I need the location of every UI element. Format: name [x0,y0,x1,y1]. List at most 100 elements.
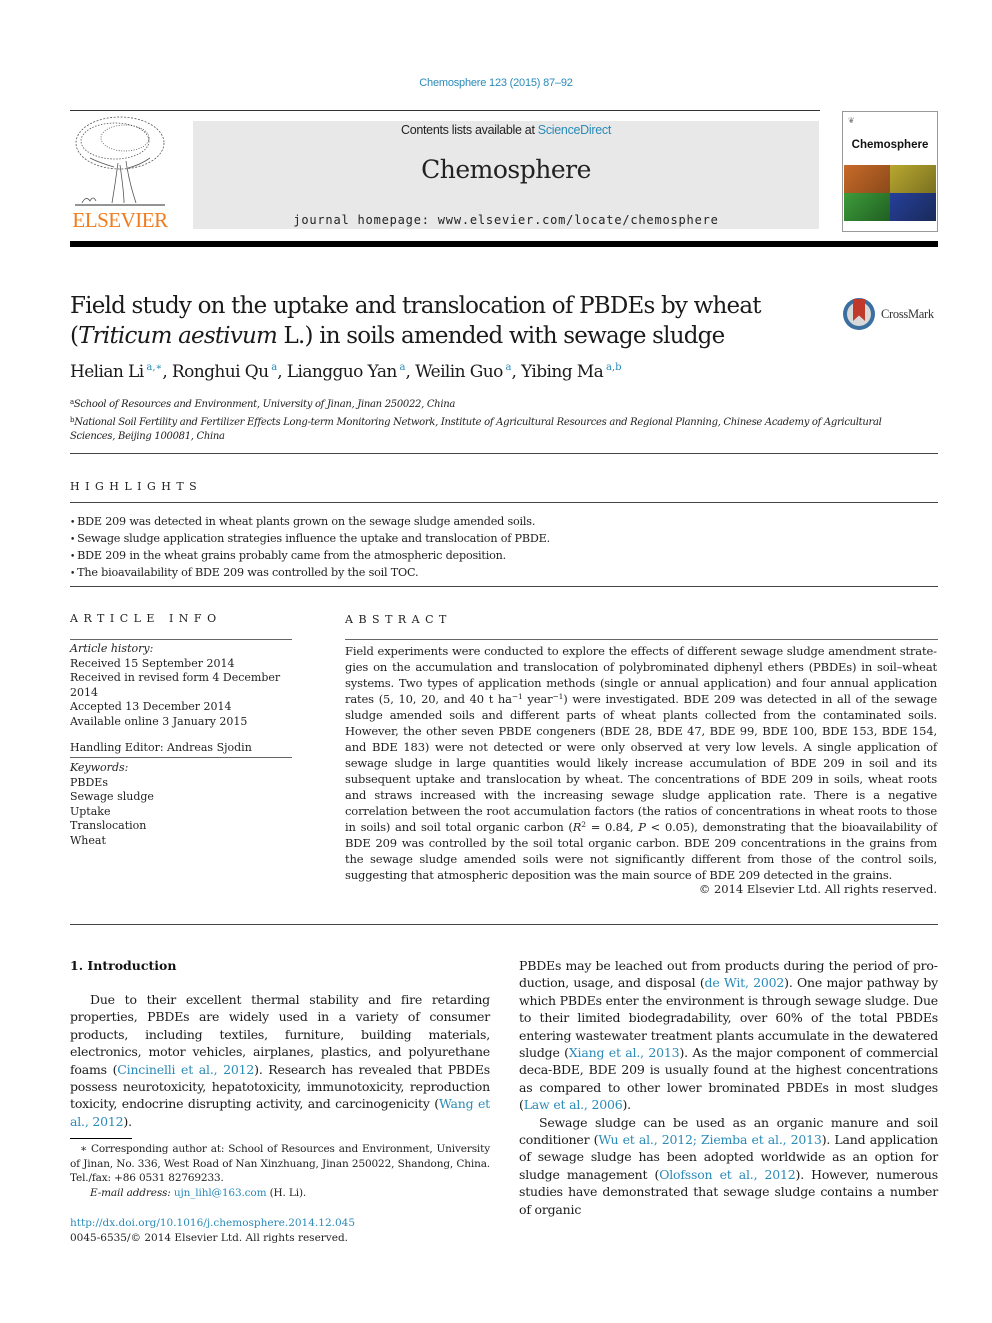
affiliation-item: aSchool of Resources and Environment, Un… [70,395,900,413]
crossmark-button[interactable]: CrossMark [843,298,939,334]
abstract-heading: ABSTRACT [345,613,452,626]
keyword-item: Wheat [70,833,106,847]
divider [70,757,292,758]
keyword-item: Translocation [70,819,147,832]
author-sep: , [277,362,287,382]
author-list: Helian Li a,∗, Ronghui Qu a, Liangguo Ya… [70,362,621,382]
citation-link[interactable]: de Wit, 2002 [705,975,785,990]
crossmark-icon [843,298,875,330]
citation-link[interactable]: Cincinelli et al., 2012 [117,1062,254,1077]
history-item: Accepted 13 December 2014 [70,700,232,713]
keywords: Keywords: PBDEs Sewage sludge Uptake Tra… [70,761,292,848]
author-item[interactable]: Helian Li a,∗ [70,362,162,382]
divider [70,639,292,640]
footnote-rule [70,1138,132,1139]
journal-name: Chemosphere [421,155,591,184]
paragraph: PBDEs may be leached out from products d… [519,957,938,1114]
article-title: Field study on the uptake and translocat… [70,291,830,351]
author-name[interactable]: Yibing Ma [521,362,604,382]
author-sep: , [511,362,522,382]
homepage-prefix: journal homepage: [293,213,438,227]
p-symbol: P [638,820,646,834]
email-label: E-mail address: [90,1186,174,1199]
citation-link[interactable]: Olofsson et al., 2012 [659,1167,796,1182]
journal-homepage: journal homepage: www.elsevier.com/locat… [193,213,819,227]
footnote-text: Corresponding author at: School of Resou… [70,1143,490,1184]
cover-publisher-icon: ❦ [848,116,855,125]
elsevier-logo[interactable]: ELSEVIER [70,113,170,233]
abstract-text: ) were investigated. BDE 209 was detecte… [345,692,937,834]
divider [70,453,938,454]
author-name[interactable]: Ronghui Qu [172,362,269,382]
handling-editor: Handling Editor: Andreas Sjodin [70,741,252,754]
author-sep: , [405,362,416,382]
abstract-copyright: © 2014 Elsevier Ltd. All rights reserved… [698,882,937,896]
r-symbol: R [572,820,582,834]
article-info: Article history: Received 15 September 2… [70,642,292,756]
contents-prefix: Contents lists available at [400,123,538,137]
superscript: −1 [552,692,564,701]
cover-title: Chemosphere [851,139,929,151]
citation-link[interactable]: Xiang et al., 2013 [569,1045,680,1060]
abstract-body: Field experiments were conducted to expl… [345,643,937,883]
author-affil-link[interactable]: a,b [606,362,622,373]
history-item: Available online 3 January 2015 [70,714,248,728]
footnote-star: ∗ [80,1143,87,1155]
header-top-rule [70,110,820,111]
highlights-heading: HIGHLIGHTS [70,480,203,493]
paragraph: Due to their excellent thermal stability… [70,991,490,1130]
highlight-item: BDE 209 in the wheat grains probably cam… [70,548,938,565]
citation-link[interactable]: Wu et al., 2012; Ziemba et al., 2013 [598,1132,822,1147]
sciencedirect-link[interactable]: ScienceDirect [538,123,612,137]
abstract-text: = 0.84, [585,820,639,834]
title-species-italic: Triticum aestivum [78,323,278,349]
author-affil-link[interactable]: a,∗ [146,362,162,373]
author-name[interactable]: Liangguo Yan [287,362,398,382]
highlight-item: Sewage sludge application strategies inf… [70,531,938,548]
header-thick-rule [70,241,938,247]
journal-banner: Contents lists available at ScienceDirec… [193,121,819,229]
title-text-2: L.) in soils amended with sewage sludge [277,323,726,349]
introduction-heading: 1. Introduction [70,958,177,973]
journal-cover-thumbnail[interactable]: ❦ Chemosphere [842,111,938,232]
elsevier-tree-icon [75,116,165,206]
crossmark-label: CrossMark [881,307,934,321]
keyword-item: Uptake [70,804,111,818]
author-name[interactable]: Helian Li [70,362,144,382]
affiliation-text: National Soil Fertility and Fertilizer E… [70,416,882,443]
contents-line: Contents lists available at ScienceDirec… [193,123,819,137]
history-item: Received in revised form 4 December 2014 [70,671,281,699]
divider [345,639,938,640]
email-link[interactable]: ujn_lihl@163.com [174,1187,267,1199]
paragraph: Sewage sludge can be used as an organic … [519,1114,938,1218]
affiliation-text: School of Resources and Environment, Uni… [73,399,456,410]
affiliation-item: bNational Soil Fertility and Fertilizer … [70,413,900,445]
issn-line: 0045-6535/© 2014 Elsevier Ltd. All right… [70,1231,349,1244]
author-item[interactable]: Liangguo Yan a [287,362,406,382]
abstract-text: year [522,692,553,706]
divider [70,586,938,587]
body-text: ). [123,1113,132,1129]
elsevier-wordmark: ELSEVIER [72,208,168,232]
author-name[interactable]: Weilin Guo [415,362,503,382]
journal-citation-link[interactable]: Chemosphere 123 (2015) 87–92 [0,77,992,89]
body-column-right: PBDEs may be leached out from products d… [519,957,938,1218]
keyword-item: PBDEs [70,775,108,789]
citation-link[interactable]: Law et al., 2006 [524,1097,623,1112]
highlight-item: The bioavailability of BDE 209 was contr… [70,565,938,582]
history-item: Received 15 September 2014 [70,656,235,670]
divider [70,502,938,503]
superscript: −1 [511,692,523,701]
homepage-url-link[interactable]: www.elsevier.com/locate/chemosphere [438,213,719,227]
author-item[interactable]: Yibing Ma a,b [521,362,621,382]
body-text: ). [622,1097,632,1113]
cover-leaves-image [844,165,936,221]
doi-link[interactable]: http://dx.doi.org/10.1016/j.chemosphere.… [70,1217,355,1229]
author-item[interactable]: Ronghui Qu a [172,362,277,382]
author-item[interactable]: Weilin Guo a [415,362,511,382]
corresponding-author-footnote: ∗ Corresponding author at: School of Res… [70,1142,490,1200]
keywords-label: Keywords: [70,761,129,774]
email-suffix: (H. Li). [266,1186,307,1199]
keyword-item: Sewage sludge [70,790,154,803]
article-info-heading: ARTICLE INFO [70,612,222,625]
